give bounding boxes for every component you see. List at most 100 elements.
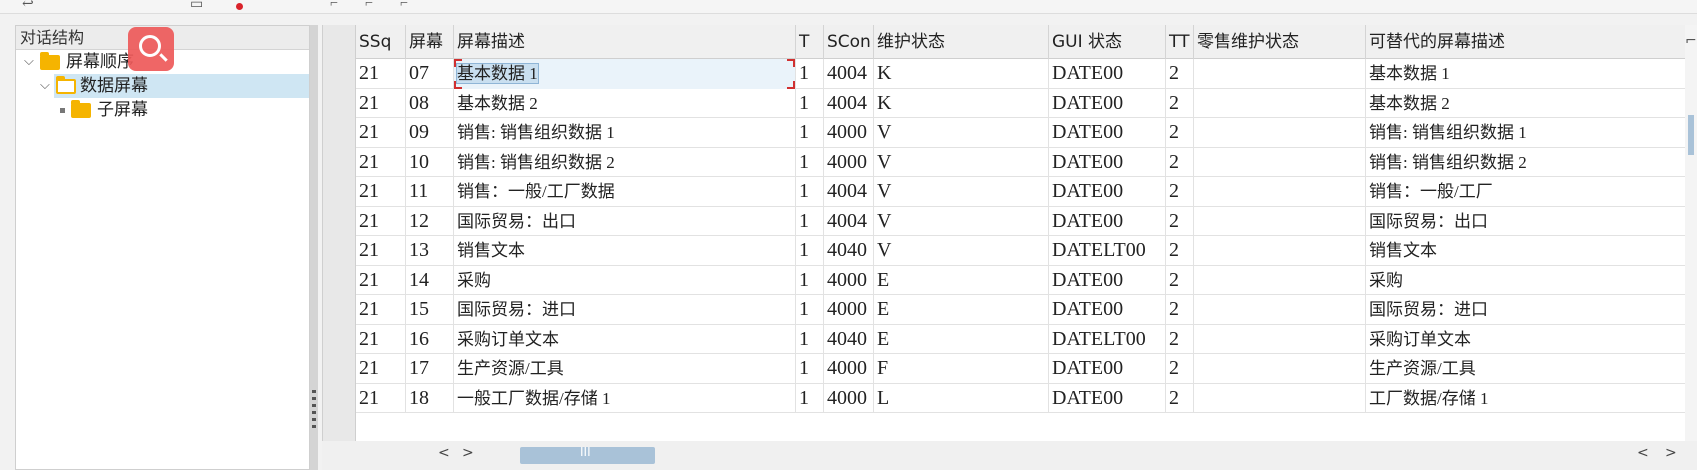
horizontal-scroll-thumb[interactable]: III [520,445,655,464]
table-cell[interactable]: 4004 [824,177,874,207]
table-cell[interactable] [1194,383,1366,413]
table-cell[interactable] [1194,59,1366,89]
table-cell[interactable]: 2 [1166,206,1194,236]
scroll-left-icon[interactable]: < [1637,445,1649,461]
table-cell[interactable]: 1 [796,88,824,118]
table-cell[interactable]: 11 [406,177,454,207]
table-cell[interactable]: 21 [356,88,406,118]
table-cell[interactable]: L [874,383,1049,413]
table-cell[interactable]: 21 [356,265,406,295]
table-cell[interactable]: V [874,147,1049,177]
table-cell[interactable]: 生产资源/工具 [1366,354,1697,384]
table-cell[interactable]: 1 [796,265,824,295]
table-cell[interactable]: DATE00 [1049,354,1166,384]
table-cell[interactable]: 2 [1166,354,1194,384]
table-cell[interactable]: V [874,177,1049,207]
table-cell[interactable]: DATE00 [1049,177,1166,207]
table-row[interactable]: 21 17 生产资源/工具 1 4000 F DATE00 2 生产资源/工具 [356,354,1697,384]
table-cell[interactable] [1194,236,1366,266]
table-cell[interactable]: DATE00 [1049,118,1166,148]
table-cell[interactable]: 工厂数据/存储 1 [1366,384,1697,414]
table-cell[interactable]: 4004 [824,88,874,118]
scroll-left-icon[interactable]: < [438,445,450,461]
table-cell[interactable]: 09 [406,118,454,148]
table-cell[interactable]: DATE00 [1049,295,1166,325]
table-cell[interactable]: DATE00 [1049,147,1166,177]
table-cell[interactable]: 销售文本 [454,236,796,266]
table-cell[interactable]: K [874,88,1049,118]
table-cell[interactable]: 1 [796,295,824,325]
table-cell[interactable]: 采购订单文本 [454,324,796,354]
table-cell[interactable]: 15 [406,295,454,325]
table-cell[interactable]: DATELT00 [1049,324,1166,354]
toolbar-icon[interactable]: ⌐ [365,0,373,12]
table-cell[interactable]: 4000 [824,118,874,148]
table-cell[interactable]: 21 [356,177,406,207]
toolbar-icon[interactable]: ▭ [190,0,203,13]
table-cell[interactable]: 4040 [824,324,874,354]
table-row[interactable]: 21 16 采购订单文本 1 4040 E DATELT00 2 采购订单文本 [356,324,1697,354]
table-cell[interactable]: E [874,324,1049,354]
table-cell[interactable]: 4040 [824,236,874,266]
table-cell[interactable]: 国际贸易：进口 [454,295,796,325]
horizontal-scrollbar[interactable]: < > III < > [322,441,1697,470]
table-cell[interactable]: 2 [1166,295,1194,325]
table-cell[interactable]: 基本数据 2 [454,88,796,118]
column-header[interactable]: T [796,25,824,59]
table-row[interactable]: 21 09 销售: 销售组织数据 1 1 4000 V DATE00 2 销售: 销售组织数据 … [356,118,1697,148]
panel-splitter[interactable] [310,25,318,470]
column-header[interactable]: 零售维护状态 [1194,25,1366,59]
table-cell[interactable]: DATE00 [1049,59,1166,89]
table-cell[interactable]: 2 [1166,177,1194,207]
table-cell[interactable] [1194,118,1366,148]
table-cell[interactable]: 销售: 销售组织数据 1 [454,118,796,148]
table-cell[interactable]: 1 [796,59,824,89]
toolbar-icon[interactable]: ↩ [22,0,34,13]
table-cell[interactable]: 08 [406,88,454,118]
table-cell[interactable]: 2 [1166,147,1194,177]
table-cell[interactable]: 1 [796,354,824,384]
table-cell[interactable]: 1 [796,324,824,354]
column-header[interactable]: 屏幕 [406,25,454,59]
table-cell[interactable]: 21 [356,236,406,266]
table-row[interactable]: 21 10 销售: 销售组织数据 2 1 4000 V DATE00 2 销售: 销售组织数据 … [356,147,1697,177]
table-cell[interactable]: V [874,118,1049,148]
table-cell[interactable]: 12 [406,206,454,236]
table-cell[interactable]: 13 [406,236,454,266]
table-cell[interactable]: 21 [356,383,406,413]
table-cell[interactable]: 17 [406,354,454,384]
table-cell[interactable]: 21 [356,295,406,325]
table-cell[interactable]: 07 [406,59,454,89]
table-cell[interactable]: V [874,206,1049,236]
table-cell[interactable]: 2 [1166,383,1194,413]
column-header[interactable]: TT [1166,25,1194,59]
table-cell[interactable]: 21 [356,206,406,236]
scroll-right-icon[interactable]: > [1665,445,1677,461]
table-cell[interactable] [1194,147,1366,177]
table-cell[interactable]: 21 [356,147,406,177]
table-cell[interactable]: E [874,265,1049,295]
table-cell[interactable]: 21 [356,354,406,384]
table-cell[interactable]: DATELT00 [1049,236,1166,266]
table-cell[interactable]: DATE00 [1049,383,1166,413]
table-cell[interactable]: 4004 [824,206,874,236]
search-button[interactable] [128,27,174,71]
table-cell[interactable]: 1 [796,147,824,177]
table-cell[interactable]: 21 [356,59,406,89]
table-cell[interactable]: 10 [406,147,454,177]
table-cell[interactable]: 采购 [454,265,796,295]
table-row[interactable]: 21 13 销售文本 1 4040 V DATELT00 2 销售文本 [356,236,1697,266]
column-header[interactable]: SSq [356,25,406,59]
table-cell[interactable]: 销售：一般/工厂 [1366,177,1697,207]
table-cell[interactable]: 销售: 销售组织数据 1 [1366,118,1697,148]
table-cell[interactable]: 16 [406,324,454,354]
table-cell[interactable] [1194,324,1366,354]
table-cell[interactable]: 基本数据 1 [454,59,796,89]
table-cell[interactable]: F [874,354,1049,384]
settings-icon[interactable]: ⌐ [1685,33,1697,49]
tree-item-subscreen[interactable]: 子屏幕 [16,98,309,122]
table-cell[interactable]: 生产资源/工具 [454,354,796,384]
table-cell[interactable]: DATE00 [1049,206,1166,236]
column-header[interactable]: 维护状态 [874,25,1049,59]
chevron-down-icon[interactable]: ⌵ [40,74,50,98]
